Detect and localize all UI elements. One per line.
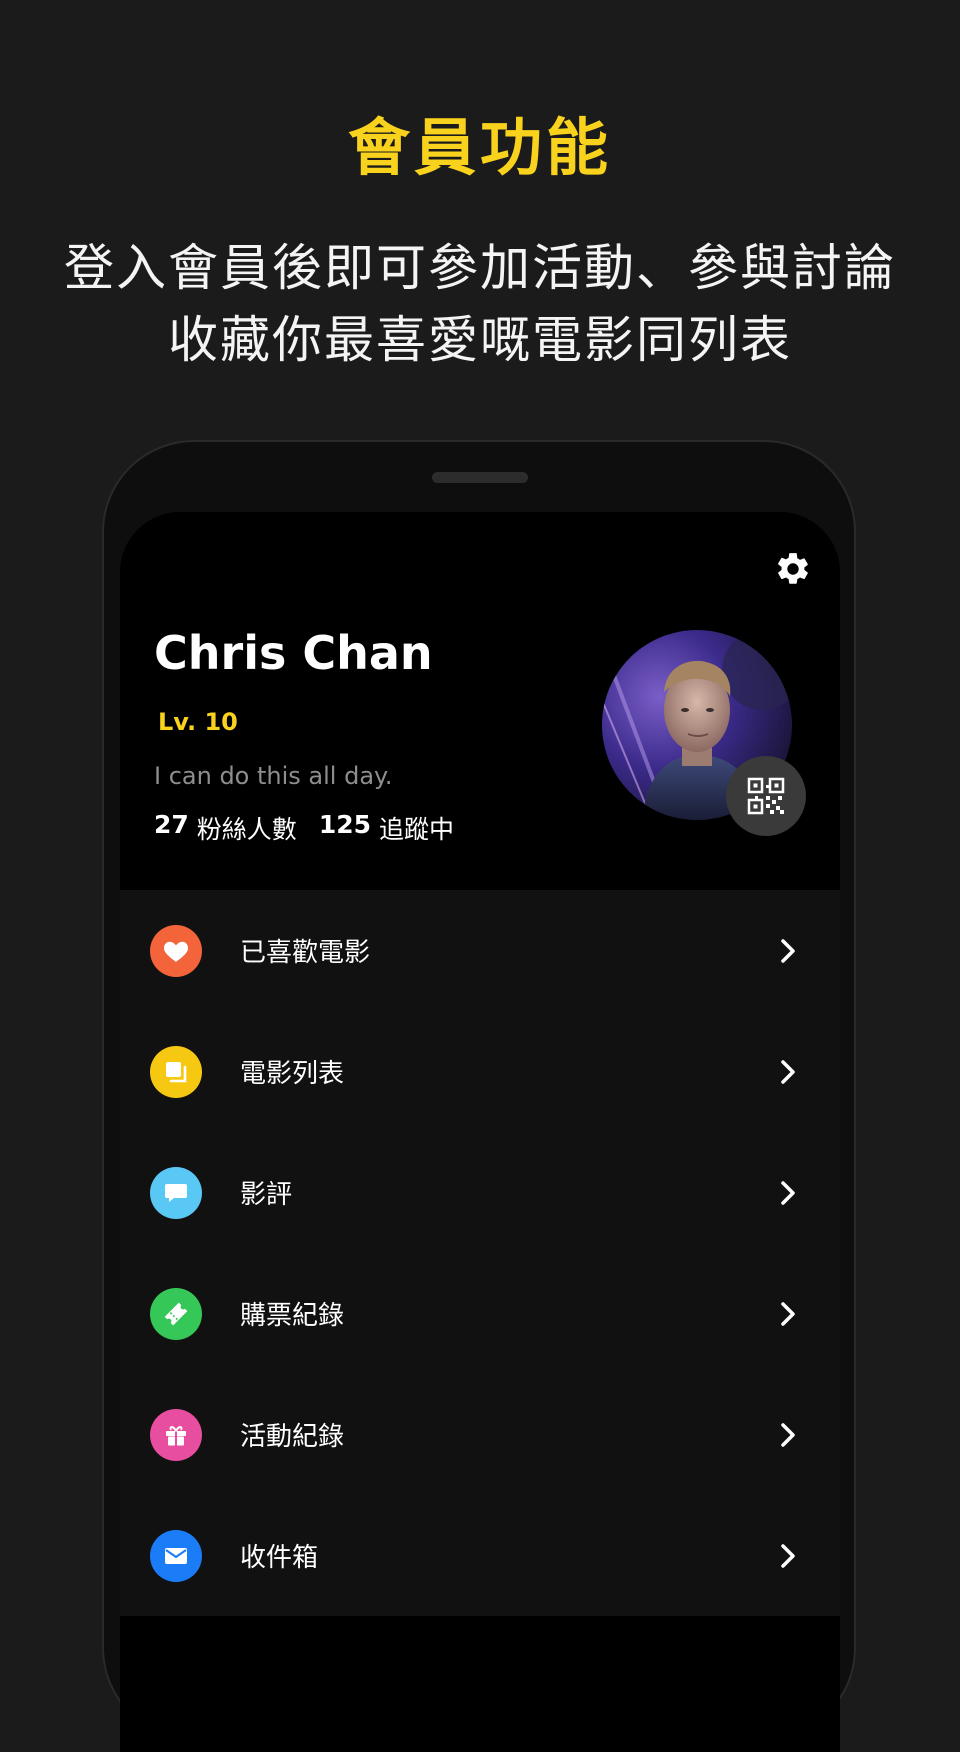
- menu-item-reviews[interactable]: 影評: [120, 1132, 840, 1253]
- phone-frame: Chris Chan Lv. 10 I can do this all day.…: [102, 440, 856, 1752]
- promo-title: 會員功能: [347, 111, 612, 184]
- profile-level: Lv. 10: [158, 708, 238, 736]
- app-screen: Chris Chan Lv. 10 I can do this all day.…: [120, 512, 840, 1752]
- menu-item-movie-lists[interactable]: 電影列表: [120, 1011, 840, 1132]
- profile-bio: I can do this all day.: [154, 762, 393, 790]
- member-menu: 已喜歡電影 電影列表 影評 購票紀錄 活動紀錄 收件箱: [120, 890, 840, 1616]
- promo-subtitle-line-2: 收藏你最喜愛嘅電影同列表: [168, 311, 792, 369]
- chevron-right-icon: [778, 1301, 798, 1327]
- menu-item-label: 活動紀錄: [240, 1422, 345, 1452]
- menu-icon-circle: [150, 1529, 202, 1582]
- heart-icon: [163, 941, 189, 962]
- menu-icon-circle: [150, 1045, 202, 1098]
- promo-subtitle: 登入會員後即可參加活動、參與討論 收藏你最喜愛嘅電影同列表: [0, 232, 960, 376]
- followers-count: 27: [154, 810, 189, 839]
- menu-item-label: 電影列表: [240, 1059, 345, 1089]
- stack-icon: [166, 1061, 187, 1082]
- followers-label: 粉絲人數: [196, 815, 297, 844]
- mail-icon: [165, 1547, 187, 1564]
- gear-icon: [778, 553, 808, 584]
- chevron-right-icon: [778, 1543, 798, 1569]
- qr-code-button[interactable]: [726, 756, 806, 836]
- followers-stat[interactable]: 27 粉絲人數: [154, 810, 297, 846]
- promo-subtitle-line-1: 登入會員後即可參加活動、參與討論: [64, 239, 896, 297]
- chevron-right-icon: [778, 1422, 798, 1448]
- menu-item-inbox[interactable]: 收件箱: [120, 1495, 840, 1616]
- gift-icon: [166, 1425, 186, 1445]
- qr-code-icon: [747, 777, 785, 815]
- menu-item-event-history[interactable]: 活動紀錄: [120, 1374, 840, 1495]
- menu-item-label: 已喜歡電影: [240, 938, 371, 968]
- settings-button[interactable]: [772, 548, 814, 590]
- following-label: 追蹤中: [379, 815, 455, 844]
- ticket-icon: [164, 1302, 188, 1325]
- menu-icon-circle: [150, 1166, 202, 1219]
- menu-item-label: 影評: [240, 1180, 293, 1210]
- following-count: 125: [318, 810, 371, 839]
- menu-item-ticket-history[interactable]: 購票紀錄: [120, 1253, 840, 1374]
- chevron-right-icon: [778, 1059, 798, 1085]
- menu-icon-circle: [150, 924, 202, 977]
- profile-stats: 27 粉絲人數 125 追蹤中: [154, 810, 454, 846]
- menu-item-label: 收件箱: [240, 1543, 319, 1573]
- chevron-right-icon: [778, 1180, 798, 1206]
- following-stat[interactable]: 125 追蹤中: [319, 810, 454, 846]
- menu-item-label: 購票紀錄: [240, 1301, 345, 1331]
- profile-name: Chris Chan: [154, 626, 433, 680]
- phone-speaker: [432, 472, 528, 483]
- chat-bubble-icon: [165, 1183, 187, 1202]
- menu-item-liked-movies[interactable]: 已喜歡電影: [120, 890, 840, 1011]
- menu-icon-circle: [150, 1408, 202, 1461]
- menu-icon-circle: [150, 1287, 202, 1340]
- chevron-right-icon: [778, 938, 798, 964]
